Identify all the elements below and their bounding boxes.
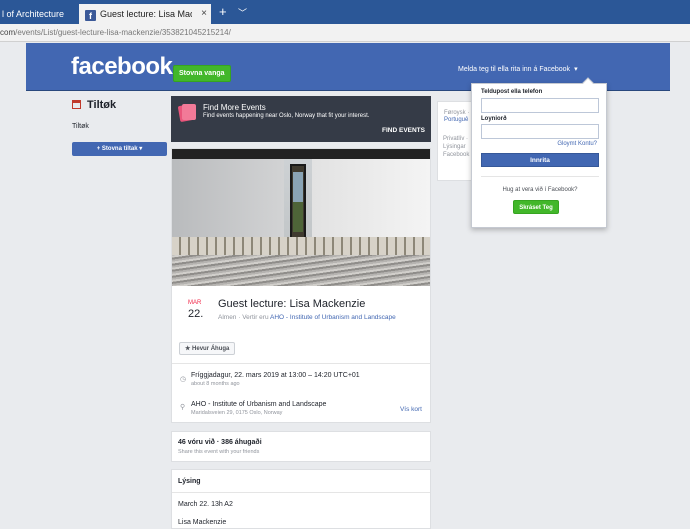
address-bar[interactable]: com/events/List/guest-lecture-lisa-macke… (0, 24, 690, 42)
browser-tab-inactive[interactable]: l of Architecture (0, 5, 78, 24)
interested-button[interactable]: ★ Hevur Áhuga (179, 342, 236, 355)
footer-link[interactable]: Privatlív · (443, 135, 469, 143)
events-title-text: Tiltøk (87, 99, 117, 111)
password-field[interactable] (481, 124, 599, 139)
login-button[interactable]: Innrita (481, 153, 599, 167)
url-path: /events/List/guest-lecture-lisa-mackenzi… (15, 28, 231, 37)
events-title: Tiltøk (72, 99, 116, 111)
email-field[interactable] (481, 98, 599, 113)
find-events-subtitle: Find events happening near Oslo, Norway … (203, 113, 370, 119)
event-date-day: 22. (188, 308, 204, 320)
event-privacy-text: Almen · Vertir eru (218, 314, 271, 321)
event-location-address: Maridalsveien 29, 0175 Oslo, Norway (191, 410, 283, 416)
facebook-favicon-icon: f (85, 10, 96, 21)
divider (172, 363, 430, 364)
login-dropdown: Teldupost ella telefon Loyniorð Gloymt K… (471, 77, 607, 228)
language-current: Føroysk · (444, 110, 470, 116)
event-date-month: MAR (188, 300, 202, 306)
signup-question: Hug at vera við í Facebook? (502, 187, 578, 193)
cover-window-trees (293, 202, 303, 232)
description-line: March 22. 13h A2 (178, 501, 233, 508)
event-title: Guest lecture: Lisa Mackenzie (218, 298, 366, 310)
login-prompt-text: Melda teg til ella rita inn á Facebook (458, 66, 571, 73)
clock-icon: ◷ (180, 376, 187, 383)
tab-title: Guest lecture: Lisa Macl (100, 9, 192, 19)
login-prompt-link[interactable]: Melda teg til ella rita inn á Facebook ▾ (458, 65, 578, 73)
show-map-link[interactable]: Vís kort (400, 406, 422, 413)
create-page-button[interactable]: Stovna vanga (173, 65, 231, 82)
event-card: MAR 22. Guest lecture: Lisa Mackenzie Al… (171, 148, 431, 423)
tab-title: l of Architecture (2, 9, 65, 19)
event-location-name[interactable]: AHO - Institute of Urbanism and Landscap… (191, 401, 326, 408)
calendar-icon (72, 100, 81, 109)
events-nav-link[interactable]: Tiltøk (72, 123, 89, 130)
event-time-relative: about 8 months ago (191, 381, 240, 387)
event-cover-photo[interactable] (172, 149, 430, 286)
divider (481, 176, 599, 177)
password-label: Loyniorð (481, 116, 507, 122)
cover-floor (172, 255, 430, 286)
event-meta: Almen · Vertir eru AHO - Institute of Ur… (218, 313, 418, 322)
footer-link[interactable]: Facebook (443, 151, 469, 159)
divider (172, 492, 430, 493)
cover-railing (172, 237, 430, 257)
event-attendance-counts[interactable]: 46 vóru við · 386 áhugaði (178, 439, 262, 446)
browser-tab-bar: l of Architecture f Guest lecture: Lisa M… (0, 0, 690, 24)
share-event-text: Share this event with your friends (178, 449, 260, 455)
new-tab-button[interactable]: + (219, 4, 227, 20)
url-host: com (0, 28, 16, 37)
browser-tab-active[interactable]: f Guest lecture: Lisa Macl × (79, 4, 211, 24)
facebook-logo[interactable]: facebook (71, 53, 173, 81)
description-line: Lisa Mackenzie (178, 519, 227, 526)
create-event-button[interactable]: + Stovna tiltak ▾ (72, 142, 167, 156)
language-link[interactable]: Portuguê (444, 117, 468, 123)
description-heading: Lýsing (178, 478, 201, 485)
signup-button[interactable]: Skráset Teg (513, 200, 559, 214)
tab-list-chevron-icon[interactable]: ﹀ (238, 6, 247, 19)
url-text: com/events/List/guest-lecture-lisa-macke… (0, 24, 231, 42)
find-events-title: Find More Events (203, 103, 266, 112)
footer-links: Privatlív · Lýsingar Facebook (443, 135, 469, 159)
event-host-link[interactable]: AHO - Institute of Urbanism and Landscap… (270, 314, 396, 321)
event-stats-card: 46 vóru við · 386 áhugaði Share this eve… (171, 431, 431, 462)
email-label: Teldupost ella telefon (481, 89, 543, 95)
event-description-card: Lýsing March 22. 13h A2 Lisa Mackenzie (171, 469, 431, 529)
events-cards-icon-front (182, 104, 196, 120)
find-events-banner: Find More Events Find events happening n… (171, 96, 431, 142)
footer-link[interactable]: Lýsingar (443, 143, 469, 151)
dropdown-caret-icon: ▾ (574, 66, 578, 73)
location-pin-icon: ⚲ (180, 404, 186, 411)
forgot-account-link[interactable]: Gloymt Kontu? (557, 141, 597, 147)
event-time: Fríggjadagur, 22. mars 2019 at 13:00 – 1… (191, 372, 360, 379)
close-tab-icon[interactable]: × (201, 4, 207, 24)
cover-ceiling (172, 149, 430, 159)
find-events-button[interactable]: FIND EVENTS (382, 127, 425, 134)
